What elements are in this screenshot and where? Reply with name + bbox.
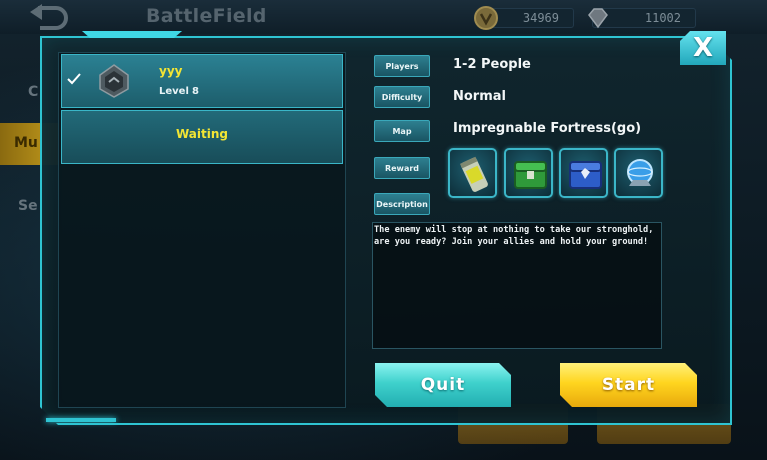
close-icon: X (692, 33, 714, 63)
quit-button[interactable]: Quit (375, 363, 511, 407)
close-button[interactable]: X (680, 31, 726, 65)
description-text: The enemy will stop at nothing to take o… (374, 225, 654, 247)
difficulty-label: Difficulty (374, 86, 430, 108)
reward-item-3[interactable] (559, 148, 608, 198)
blue-chest-icon (569, 161, 602, 189)
orb-item-icon (627, 159, 653, 186)
corner-decoration (46, 418, 116, 422)
waiting-status: Waiting (175, 127, 228, 141)
players-label: Players (374, 55, 430, 77)
start-button-label: Start (601, 375, 656, 395)
difficulty-value: Normal (453, 89, 506, 104)
map-value: Impregnable Fortress(go) (453, 121, 642, 136)
gem-currency: 11002 (588, 8, 696, 29)
start-button[interactable]: Start (560, 363, 697, 407)
gold-amount: 34969 (522, 11, 559, 25)
level-value: 8 (192, 86, 199, 97)
reward-label: Reward (374, 157, 430, 179)
map-label: Map (374, 120, 430, 142)
reward-item-1[interactable] (448, 148, 497, 198)
screen-title: BattleField (146, 5, 267, 27)
gem-amount: 11002 (644, 11, 681, 25)
quit-button-label: Quit (420, 375, 466, 395)
gold-currency: 34969 (474, 6, 574, 30)
players-value: 1-2 People (453, 57, 531, 72)
player-avatar (99, 64, 129, 98)
check-icon (67, 73, 81, 85)
reward-item-2[interactable] (504, 148, 553, 198)
player-name: yyy (159, 64, 183, 78)
level-label: Level (159, 86, 189, 97)
back-arrow-icon[interactable] (24, 4, 70, 32)
gem-icon (588, 8, 608, 29)
canister-item-icon (459, 156, 488, 192)
gold-coin-icon (474, 6, 498, 30)
description-label: Description (374, 193, 430, 215)
reward-item-4[interactable] (614, 148, 663, 198)
green-chest-icon (514, 161, 547, 189)
dialog-tab-marker (82, 31, 182, 38)
